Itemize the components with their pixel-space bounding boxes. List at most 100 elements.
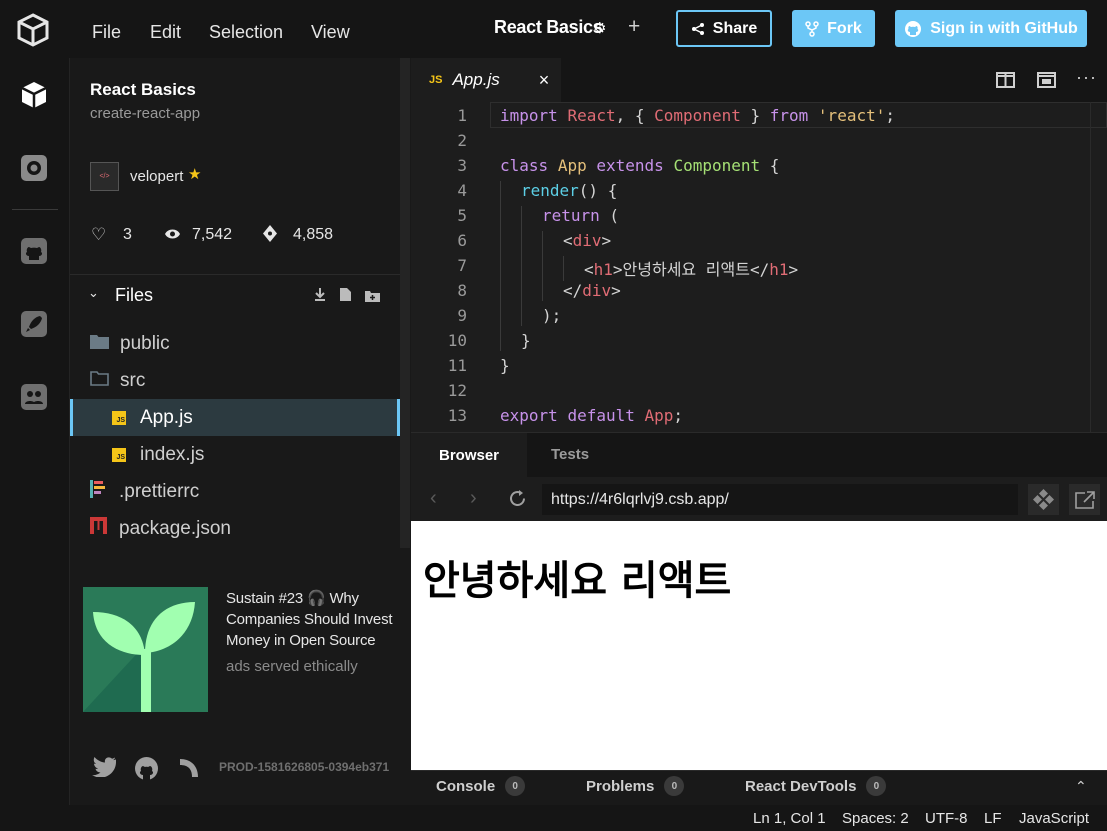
preview-heading: 안녕하세요 리액트 bbox=[423, 558, 732, 604]
forward-icon[interactable]: › bbox=[470, 487, 477, 510]
sandbox-title[interactable]: React Basics bbox=[90, 80, 196, 100]
fork-label: Fork bbox=[827, 19, 862, 37]
add-icon[interactable]: + bbox=[628, 15, 640, 39]
avatar[interactable]: </> bbox=[90, 162, 119, 191]
fork-button[interactable]: Fork bbox=[792, 10, 875, 47]
split-view-icon[interactable] bbox=[996, 72, 1015, 93]
project-title[interactable]: React Basics bbox=[494, 17, 603, 38]
file-tree-item-active[interactable]: JS App.js bbox=[70, 399, 400, 436]
encoding[interactable]: UTF-8 bbox=[925, 810, 968, 827]
new-folder-icon[interactable] bbox=[365, 289, 380, 307]
tab-problems[interactable]: Problems 0 bbox=[586, 776, 685, 796]
star-icon: ★ bbox=[188, 166, 202, 183]
settings-gear-icon[interactable]: ⚙ bbox=[593, 19, 606, 37]
code-token: div bbox=[572, 231, 602, 250]
sidebar-scrollbar[interactable] bbox=[400, 58, 410, 548]
chevron-down-icon[interactable]: ⌄ bbox=[88, 285, 99, 301]
sandbox-template: create-react-app bbox=[90, 105, 201, 122]
spectrum-icon[interactable] bbox=[178, 757, 200, 784]
code-token: h1 bbox=[769, 260, 789, 279]
file-tree-item[interactable]: package.json bbox=[70, 510, 400, 547]
code-token: ( bbox=[599, 206, 620, 225]
code-line: render() { bbox=[521, 181, 617, 200]
file-tree-item[interactable]: public bbox=[70, 325, 400, 362]
line-number: 5 bbox=[457, 206, 467, 225]
author-name[interactable]: velopert bbox=[130, 168, 183, 185]
preview-window-icon[interactable] bbox=[1037, 72, 1056, 93]
close-icon[interactable]: × bbox=[539, 70, 550, 91]
menu-file[interactable]: File bbox=[92, 22, 121, 43]
code-token: > bbox=[611, 281, 621, 300]
line-number: 11 bbox=[447, 356, 467, 375]
fork-icon bbox=[805, 20, 819, 37]
file-tree-item[interactable]: JS index.js bbox=[70, 436, 400, 473]
line-number: 13 bbox=[447, 406, 467, 425]
editor-tab-app-js[interactable]: JS App.js × bbox=[411, 58, 561, 102]
files-header[interactable]: Files bbox=[115, 285, 153, 306]
refresh-icon[interactable] bbox=[508, 489, 527, 513]
share-button[interactable]: Share bbox=[676, 10, 772, 47]
react-devtools-label: React DevTools bbox=[745, 777, 857, 795]
open-new-window-icon[interactable] bbox=[1069, 484, 1100, 515]
chevron-up-icon[interactable]: ⌃ bbox=[1075, 778, 1087, 795]
menu-view[interactable]: View bbox=[311, 22, 350, 43]
forks-count: 4,858 bbox=[293, 226, 334, 243]
line-ending[interactable]: LF bbox=[984, 810, 1002, 827]
twitter-icon[interactable] bbox=[92, 757, 116, 782]
code-token: Component bbox=[654, 106, 741, 125]
more-options-icon[interactable]: ··· bbox=[1076, 67, 1097, 88]
code-line: export default App; bbox=[500, 406, 683, 425]
file-name: package.json bbox=[119, 517, 231, 539]
code-line: <h1>안녕하세요 리액트</h1> bbox=[584, 256, 798, 280]
line-number: 8 bbox=[457, 281, 467, 300]
codesandbox-preview-icon[interactable] bbox=[1028, 484, 1059, 515]
code-token: ; bbox=[673, 406, 684, 425]
codesandbox-logo-icon[interactable] bbox=[15, 12, 51, 48]
live-collaboration-icon[interactable] bbox=[17, 380, 51, 414]
file-tree-item[interactable]: src bbox=[70, 362, 400, 399]
tab-browser[interactable]: Browser bbox=[411, 433, 527, 477]
sprout-icon bbox=[83, 602, 195, 712]
new-file-icon[interactable] bbox=[340, 288, 351, 306]
heart-icon[interactable]: ♡ bbox=[91, 225, 106, 245]
line-number: 1 bbox=[457, 106, 467, 125]
file-name: App.js bbox=[140, 406, 193, 428]
indent-guide bbox=[563, 256, 564, 281]
code-line: <div> bbox=[563, 231, 611, 250]
tab-label: App.js bbox=[452, 70, 500, 89]
github-icon bbox=[905, 20, 922, 37]
github-link-icon[interactable] bbox=[134, 756, 159, 786]
tab-react-devtools[interactable]: React DevTools 0 bbox=[745, 776, 887, 796]
line-number: 4 bbox=[457, 181, 467, 200]
language-mode[interactable]: JavaScript bbox=[1019, 810, 1089, 827]
code-token: () { bbox=[578, 181, 618, 200]
menu-edit[interactable]: Edit bbox=[150, 22, 181, 43]
github-sign-in-button[interactable]: Sign in with GitHub bbox=[895, 10, 1087, 47]
indentation[interactable]: Spaces: 2 bbox=[842, 810, 909, 827]
code-token: > bbox=[601, 231, 612, 250]
file-name: index.js bbox=[140, 443, 205, 465]
tab-console[interactable]: Console 0 bbox=[436, 776, 526, 796]
fork-count-icon bbox=[263, 225, 277, 247]
sponsor-image[interactable] bbox=[83, 587, 208, 712]
code-token: </ bbox=[563, 281, 583, 300]
file-tree-item[interactable]: .prettierrc bbox=[70, 473, 400, 510]
github-panel-icon[interactable] bbox=[17, 234, 51, 268]
download-icon[interactable] bbox=[314, 288, 326, 306]
url-input[interactable] bbox=[542, 484, 1018, 515]
code-token: </ bbox=[749, 260, 770, 279]
back-icon[interactable]: ‹ bbox=[430, 487, 437, 510]
folder-closed-icon bbox=[90, 333, 109, 355]
tab-tests[interactable]: Tests bbox=[551, 446, 589, 463]
build-version: PROD-1581626805-0394eb371 bbox=[219, 760, 390, 774]
deploy-rocket-icon[interactable] bbox=[17, 307, 51, 341]
project-info-icon[interactable] bbox=[17, 78, 51, 112]
indent-guide bbox=[521, 206, 522, 326]
sponsor-title[interactable]: Sustain #23 🎧 Why Companies Should Inves… bbox=[226, 588, 404, 651]
code-token: } bbox=[740, 106, 770, 125]
code-token: default bbox=[567, 406, 635, 425]
settings-icon[interactable] bbox=[17, 151, 51, 185]
js-tab-icon: JS bbox=[429, 74, 443, 86]
menu-selection[interactable]: Selection bbox=[209, 22, 283, 43]
cursor-position[interactable]: Ln 1, Col 1 bbox=[753, 810, 826, 827]
